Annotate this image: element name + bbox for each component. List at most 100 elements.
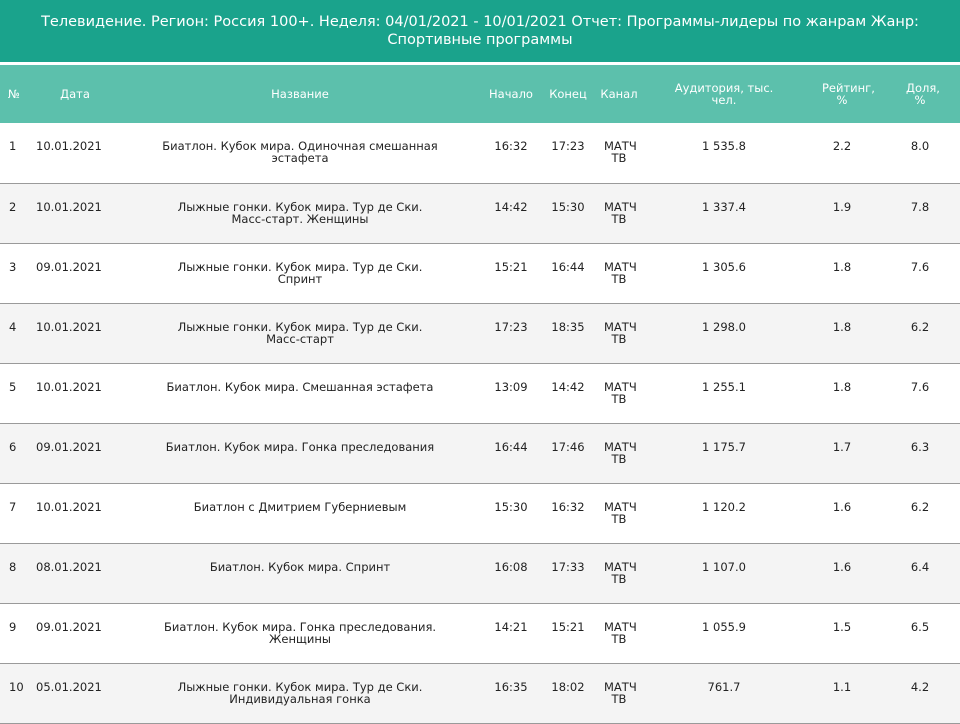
table-row: 3 09.01.2021 Лыжные гонки. Кубок мира. Т… <box>0 243 960 303</box>
cell-program-name: Биатлон. Кубок мира. Одиночная смешанная… <box>162 139 438 165</box>
cell-channel: МАТЧ ТВ <box>604 139 637 165</box>
cell-channel: МАТЧ ТВ <box>604 259 637 286</box>
cell-number: 8 <box>9 559 17 574</box>
header-end[interactable]: Конец <box>542 65 594 123</box>
cell-audience: 1 305.6 <box>702 259 746 274</box>
report-title-bar: Телевидение. Регион: Россия 100+. Неделя… <box>0 0 960 62</box>
cell-share: 6.4 <box>910 559 930 574</box>
cell-date: 10.01.2021 <box>36 379 102 394</box>
cell-share: 4.2 <box>910 679 930 694</box>
table-row: 6 09.01.2021 Биатлон. Кубок мира. Гонка … <box>0 423 960 483</box>
cell-date: 09.01.2021 <box>36 619 102 634</box>
cell-channel: МАТЧ ТВ <box>604 559 637 586</box>
cell-start-time: 14:42 <box>494 199 528 214</box>
cell-start-time: 15:21 <box>494 259 528 274</box>
cell-program-name: Биатлон. Кубок мира. Смешанная эстафета <box>166 379 434 394</box>
header-start[interactable]: Начало <box>480 65 542 123</box>
cell-end-time: 16:32 <box>551 499 585 514</box>
cell-rating: 1.7 <box>832 439 852 454</box>
cell-program-name: Лыжные гонки. Кубок мира. Тур де Ски. Сп… <box>177 259 423 286</box>
cell-date: 10.01.2021 <box>36 199 102 214</box>
header-channel[interactable]: Канал <box>594 65 644 123</box>
cell-rating: 1.8 <box>832 259 852 274</box>
cell-start-time: 14:21 <box>494 619 528 634</box>
table-row: 9 09.01.2021 Биатлон. Кубок мира. Гонка … <box>0 603 960 663</box>
cell-channel: МАТЧ ТВ <box>604 619 637 646</box>
cell-rating: 1.5 <box>832 619 852 634</box>
cell-audience: 1 120.2 <box>702 499 746 514</box>
cell-date: 10.01.2021 <box>36 319 102 334</box>
cell-share: 7.6 <box>910 379 930 394</box>
cell-end-time: 15:21 <box>551 619 585 634</box>
table-row: 2 10.01.2021 Лыжные гонки. Кубок мира. Т… <box>0 183 960 243</box>
cell-share: 6.3 <box>910 439 930 454</box>
cell-number: 7 <box>9 499 17 514</box>
table-row: 5 10.01.2021 Биатлон. Кубок мира. Смешан… <box>0 363 960 423</box>
cell-share: 7.8 <box>910 199 930 214</box>
cell-start-time: 16:32 <box>494 139 528 153</box>
cell-end-time: 15:30 <box>551 199 585 214</box>
cell-rating: 1.8 <box>832 319 852 334</box>
cell-program-name: Биатлон с Дмитрием Губерниевым <box>193 499 407 514</box>
cell-rating: 1.8 <box>832 379 852 394</box>
table-row: 10 05.01.2021 Лыжные гонки. Кубок мира. … <box>0 663 960 723</box>
header-share[interactable]: Доля, % <box>880 65 960 123</box>
cell-start-time: 16:35 <box>494 679 528 694</box>
header-date[interactable]: Дата <box>30 65 120 123</box>
cell-end-time: 16:44 <box>551 259 585 274</box>
cell-rating: 1.6 <box>832 499 852 514</box>
cell-date: 09.01.2021 <box>36 259 102 274</box>
cell-share: 6.5 <box>910 619 930 634</box>
cell-number: 9 <box>9 619 17 634</box>
cell-audience: 1 298.0 <box>702 319 746 334</box>
cell-start-time: 17:23 <box>494 319 528 334</box>
header-name[interactable]: Название <box>120 65 480 123</box>
cell-number: 1 <box>9 139 17 153</box>
cell-audience: 761.7 <box>707 679 741 694</box>
cell-rating: 1.6 <box>832 559 852 574</box>
header-number[interactable]: № <box>0 65 30 123</box>
cell-channel: МАТЧ ТВ <box>604 439 637 466</box>
cell-start-time: 13:09 <box>494 379 528 394</box>
table-header-row: № Дата Название Начало Конец Канал Аудит… <box>0 65 960 123</box>
cell-share: 6.2 <box>910 499 930 514</box>
cell-date: 08.01.2021 <box>36 559 102 574</box>
cell-audience: 1 337.4 <box>702 199 746 214</box>
cell-number: 2 <box>9 199 17 214</box>
cell-channel: МАТЧ ТВ <box>604 199 637 226</box>
cell-program-name: Лыжные гонки. Кубок мира. Тур де Ски. Ин… <box>177 679 423 706</box>
cell-program-name: Лыжные гонки. Кубок мира. Тур де Ски. Ма… <box>177 199 423 226</box>
cell-channel: МАТЧ ТВ <box>604 679 637 706</box>
cell-channel: МАТЧ ТВ <box>604 319 637 346</box>
cell-end-time: 18:02 <box>551 679 585 694</box>
header-rating[interactable]: Рейтинг, % <box>804 65 880 123</box>
cell-channel: МАТЧ ТВ <box>604 499 637 526</box>
cell-date: 09.01.2021 <box>36 439 102 454</box>
cell-end-time: 18:35 <box>551 319 585 334</box>
cell-end-time: 17:46 <box>551 439 585 454</box>
report-title: Телевидение. Регион: Россия 100+. Неделя… <box>41 14 919 48</box>
cell-date: 10.01.2021 <box>36 139 102 153</box>
cell-program-name: Биатлон. Кубок мира. Гонка преследования… <box>163 619 437 646</box>
cell-number: 10 <box>9 679 24 694</box>
cell-audience: 1 255.1 <box>702 379 746 394</box>
table-row: 8 08.01.2021 Биатлон. Кубок мира. Спринт… <box>0 543 960 603</box>
cell-rating: 1.9 <box>832 199 852 214</box>
cell-rating: 2.2 <box>832 139 852 153</box>
cell-channel: МАТЧ ТВ <box>604 379 637 406</box>
cell-audience: 1 107.0 <box>702 559 746 574</box>
cell-start-time: 16:44 <box>494 439 528 454</box>
report: Телевидение. Регион: Россия 100+. Неделя… <box>0 0 960 723</box>
cell-audience: 1 175.7 <box>702 439 746 454</box>
cell-program-name: Биатлон. Кубок мира. Гонка преследования <box>165 439 435 454</box>
header-audience[interactable]: Аудитория, тыс. чел. <box>644 65 804 123</box>
table-row: 4 10.01.2021 Лыжные гонки. Кубок мира. Т… <box>0 303 960 363</box>
cell-share: 8.0 <box>910 139 930 153</box>
leaders-table: № Дата Название Начало Конец Канал Аудит… <box>0 65 960 724</box>
cell-end-time: 17:23 <box>551 139 585 153</box>
cell-number: 6 <box>9 439 17 454</box>
cell-number: 5 <box>9 379 17 394</box>
cell-start-time: 15:30 <box>494 499 528 514</box>
cell-start-time: 16:08 <box>494 559 528 574</box>
cell-program-name: Лыжные гонки. Кубок мира. Тур де Ски. Ма… <box>177 319 423 346</box>
